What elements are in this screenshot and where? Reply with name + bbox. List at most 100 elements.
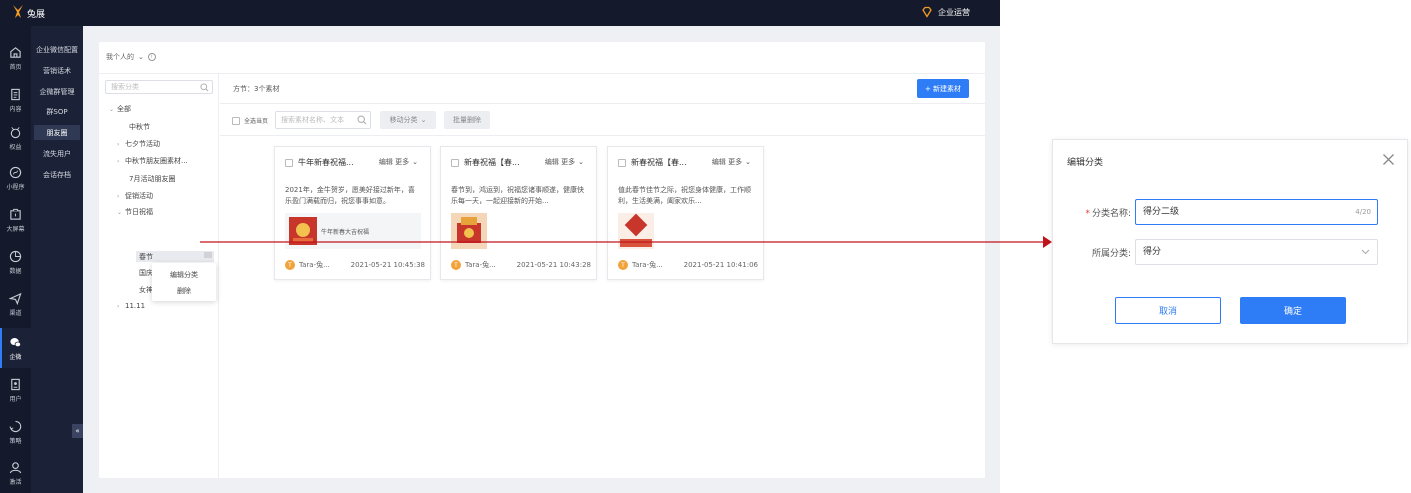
material-search-input[interactable]: 搜索素材名称、文本 [275,111,371,129]
nav-item-activate[interactable]: 激活 [0,453,31,493]
tree-node-holiday[interactable]: ⌄ 节日祝福 [117,207,153,217]
parent-category-select[interactable]: 得分 [1135,239,1378,265]
chevron-down-icon: ⌄ [117,208,123,216]
tree-node-spring[interactable]: 春节 [136,251,214,262]
nav-item-data[interactable]: 数据 [0,242,31,282]
search-icon[interactable] [200,83,209,92]
person-icon [9,461,22,473]
checkbox[interactable] [285,158,293,167]
nav-label: 激活 [9,478,22,486]
tree-node-label: 中秋节朋友圈素材... [125,157,188,165]
confirm-button[interactable]: 确定 [1240,297,1346,324]
enterprise-switch[interactable]: 企业运营 [921,6,970,18]
wechat-work-icon [10,337,21,347]
logo-text: 兔展 [27,10,46,20]
card-actions[interactable]: 编辑 更多 ⌄ [712,157,751,167]
card-date: 2021-05-21 10:45:38 [350,261,425,269]
tree-node-label: 促销活动 [125,192,153,200]
top-bar: 兔展 企业运营 [0,0,1000,26]
nav-item-big-screen[interactable]: 大屏幕 [0,200,31,240]
material-card[interactable]: 新春祝福【春... 编辑 更多 ⌄ 值此春节佳节之际，祝您身体健康，工作顺利，生活… [607,146,764,280]
required-asterisk: * [1085,209,1090,219]
info-icon[interactable]: i [147,53,156,61]
nav-label: 用户 [9,395,22,403]
card-footer: T Tara-兔... 2021-05-21 10:45:38 [285,260,425,270]
content-icon [11,88,20,100]
tree-node-goddess[interactable]: 女神 [139,285,153,295]
chevron-down-icon: ⌄ [420,116,427,124]
subnav-item-group-sop[interactable]: 群SOP [34,104,80,119]
user-icon [11,378,20,390]
spring-festival-image-icon [451,213,487,249]
nav-label: 内容 [9,105,22,113]
tree-node-mid-autumn[interactable]: 中秋节 [129,122,150,132]
category-tree: 搜索分类 ⌄ 全部 中秋节 › 七夕节活动 › 中秋节朋友圈素材... 7月活动朋友圈… [99,74,219,478]
cancel-button[interactable]: 取消 [1115,297,1221,324]
tree-node-label: 女神 [139,286,153,294]
card-image-preview[interactable] [451,213,587,249]
label-text: 分类名称: [1091,209,1131,219]
new-material-button[interactable]: + 新建素材 [917,79,969,98]
nav-label: 大屏幕 [6,225,25,233]
nav-item-rights[interactable]: 权益 [0,118,31,158]
subnav-item-lost-users[interactable]: 流失用户 [34,146,80,161]
material-card[interactable]: 牛年新春祝福... 编辑 更多 ⌄ 2021年，金牛贺岁，愿美好接过新年，喜乐盈门… [274,146,431,280]
sub-nav: 企业微信配置 营销话术 企微群管理 群SOP 朋友圈 流失用户 会话存档 [31,26,83,493]
nav-label: 策略 [9,437,22,445]
card-link-preview[interactable]: 牛年新春大吉祝福 [285,213,421,249]
nav-label: 企微 [9,353,22,361]
checkbox[interactable] [232,116,240,125]
strategy-icon [9,420,22,432]
chevron-down-icon: ⌄ [138,53,144,61]
category-name-input[interactable]: 得分二级 4/20 [1135,199,1378,225]
nav-item-content[interactable]: 内容 [0,80,31,120]
subnav-item-groups[interactable]: 企微群管理 [34,84,80,99]
card-actions[interactable]: 编辑 更多 ⌄ [379,157,418,167]
close-icon[interactable] [1382,153,1395,166]
move-category-button[interactable]: 移动分类 ⌄ [380,111,436,129]
checkbox[interactable] [451,158,459,167]
festive-thumbnail-icon [289,217,317,245]
chevron-right-icon: › [117,140,120,148]
nav-item-wechat-work[interactable]: 企微 [0,328,31,368]
nav-item-mini-program[interactable]: 小程序 [0,158,31,198]
category-name-label: * 分类名称: [1061,206,1131,219]
tree-search-input[interactable]: 搜索分类 [105,80,213,94]
edit-category-menu-item[interactable]: 编辑分类 [152,267,216,282]
tree-node-promo[interactable]: › 促销活动 [117,191,153,201]
select-all-checkbox[interactable]: 全选当页 [232,116,268,125]
card-author: Tara-兔... [632,261,663,269]
more-menu-icon[interactable] [204,252,212,258]
tree-node-qixi[interactable]: › 七夕节活动 [117,139,160,149]
delete-menu-item[interactable]: 删除 [152,283,216,298]
tree-node-all[interactable]: ⌄ 全部 [109,104,131,114]
batch-delete-button[interactable]: 批量删除 [444,111,490,129]
nav-item-channel[interactable]: 渠道 [0,284,31,324]
checkbox[interactable] [618,158,626,167]
nav-item-user[interactable]: 用户 [0,370,31,410]
subnav-item-scripts[interactable]: 营销话术 [34,63,80,78]
nav-item-strategy[interactable]: 策略 [0,412,31,452]
nav-label: 首页 [9,63,22,71]
dialog-title: 编辑分类 [1067,158,1104,168]
subnav-item-moments[interactable]: 朋友圈 [34,125,80,140]
material-card[interactable]: 新春祝福【春... 编辑 更多 ⌄ 春节到，鸿运到，祝福您诸事顺遂，健康快乐每一天… [440,146,597,280]
card-date: 2021-05-21 10:43:28 [516,261,591,269]
char-count: 4/20 [1355,208,1371,216]
tree-node-july[interactable]: 7月活动朋友圈 [129,174,175,184]
search-icon[interactable] [357,115,367,125]
card-description: 2021年，金牛贺岁，愿美好接过新年，喜乐盈门满载而归，祝您事事如意。 [285,186,415,205]
card-image-preview[interactable] [618,213,754,249]
tree-node-national[interactable]: 国庆 [139,268,153,278]
card-actions[interactable]: 编辑 更多 ⌄ [545,157,584,167]
scope-select[interactable]: 我个人的 ⌄ i [106,52,156,62]
collapse-nav-button[interactable]: « [72,424,83,438]
avatar: T [618,260,628,270]
tree-node-mid-autumn-moments[interactable]: › 中秋节朋友圈素材... [117,156,188,166]
subnav-item-chat-archive[interactable]: 会话存档 [34,167,80,182]
tree-node-1111[interactable]: › 11.11 [117,302,145,310]
nav-item-home[interactable]: 首页 [0,38,31,78]
nav-label: 权益 [9,143,22,151]
avatar: T [451,260,461,270]
subnav-item-wechat-config[interactable]: 企业微信配置 [34,42,80,57]
